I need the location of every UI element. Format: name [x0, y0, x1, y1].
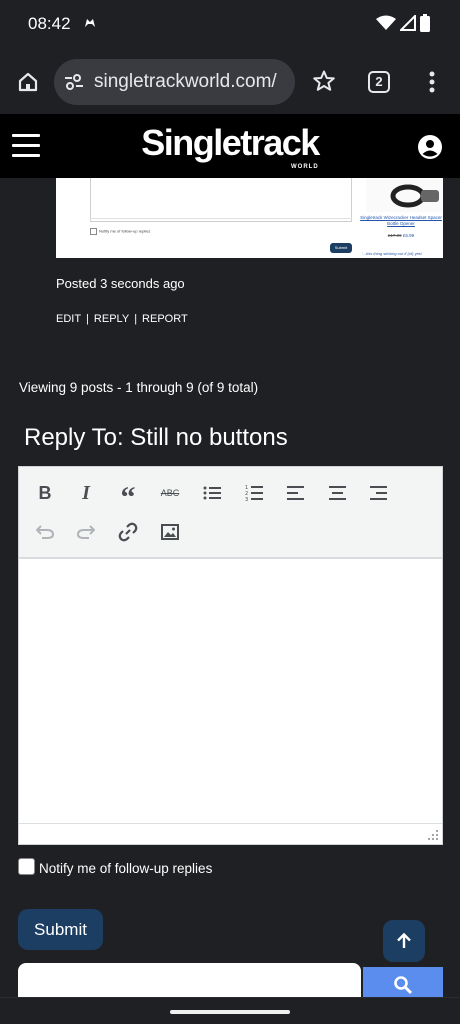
signal-icon	[398, 13, 416, 36]
redo-button[interactable]	[72, 518, 100, 546]
image-price-old: £17.99	[387, 233, 402, 238]
insert-link-button[interactable]	[114, 518, 142, 546]
account-icon[interactable]	[418, 135, 442, 159]
undo-button[interactable]	[31, 518, 59, 546]
logo-subtext: WORLD	[291, 164, 319, 170]
separator: |	[134, 313, 138, 325]
redo-icon	[77, 525, 95, 539]
star-icon	[313, 70, 335, 91]
reply-heading: Reply To: Still no buttons	[24, 424, 288, 451]
site-header: Singletrack WORLD	[0, 114, 460, 178]
editor-content-area[interactable]	[19, 559, 442, 823]
tune-icon[interactable]	[64, 72, 84, 92]
image-notify-text: Notify me of follow-up replies	[90, 228, 150, 235]
tab-switcher-button[interactable]: 2	[368, 71, 390, 93]
editor-toolbar: B I “ ABC 123	[19, 467, 442, 559]
status-icons	[376, 13, 430, 37]
browser-menu-button[interactable]	[424, 69, 440, 95]
post-actions: EDIT | REPLY | REPORT	[56, 313, 188, 325]
notify-row: Notify me of follow-up replies	[18, 857, 212, 876]
home-button[interactable]	[12, 66, 44, 98]
status-time: 08:42	[28, 14, 71, 33]
numbered-list-button[interactable]: 123	[240, 479, 268, 507]
align-left-button[interactable]	[282, 479, 310, 507]
arrow-up-icon	[397, 932, 411, 948]
link-icon	[118, 522, 138, 542]
image-textarea-footer	[90, 218, 352, 224]
image-note: '...this thing sticking out if (of) yes!	[362, 251, 422, 256]
align-center-icon	[329, 486, 346, 500]
bullet-list-button[interactable]	[198, 479, 226, 507]
wifi-icon	[376, 15, 396, 36]
more-vert-icon	[429, 71, 435, 93]
reply-editor: B I “ ABC 123	[18, 466, 443, 845]
scroll-to-top-button[interactable]	[383, 920, 425, 962]
post-timestamp: Posted 3 seconds ago	[56, 276, 185, 291]
align-right-button[interactable]	[365, 479, 393, 507]
notify-checkbox[interactable]	[18, 858, 35, 875]
search-icon	[394, 976, 413, 995]
svg-text:3: 3	[245, 497, 248, 502]
address-bar[interactable]: singletrackworld.com/	[54, 59, 295, 105]
battery-icon	[420, 14, 430, 37]
logo-text: Singletrack	[141, 122, 320, 163]
report-link[interactable]: REPORT	[142, 313, 188, 325]
align-right-icon	[370, 486, 387, 500]
home-gesture-handle[interactable]	[170, 1010, 290, 1014]
bold-button[interactable]: B	[31, 479, 59, 507]
resize-handle-icon[interactable]	[428, 830, 439, 841]
blockquote-button[interactable]: “	[114, 479, 142, 513]
align-left-icon	[287, 486, 304, 500]
game-controller-icon	[83, 16, 97, 35]
edit-link[interactable]: EDIT	[56, 313, 81, 325]
image-price-new: £5.99	[402, 233, 415, 238]
bookmark-button[interactable]	[312, 69, 336, 93]
insert-image-button[interactable]	[156, 518, 184, 546]
strikethrough-button[interactable]: ABC	[156, 479, 184, 507]
url-text: singletrackworld.com/	[94, 71, 277, 92]
editor-statusbar	[19, 823, 442, 844]
reply-link[interactable]: REPLY	[94, 313, 129, 325]
image-submit-button: Submit	[330, 243, 352, 253]
post-image: Notify me of follow-up replies Submit Si…	[56, 178, 443, 258]
home-icon	[18, 72, 38, 92]
align-center-button[interactable]	[324, 479, 352, 507]
italic-button[interactable]: I	[72, 479, 100, 507]
bullet-list-icon	[203, 486, 221, 500]
image-product-name: Singletrack Wizecracker Headset Spacer B…	[360, 215, 442, 226]
browser-toolbar: singletrackworld.com/ 2	[0, 50, 460, 114]
submit-button[interactable]: Submit	[18, 909, 103, 950]
image-textarea	[90, 178, 352, 222]
separator: |	[86, 313, 89, 325]
system-navigation-bar	[0, 997, 460, 1024]
post-count-summary: Viewing 9 posts - 1 through 9 (of 9 tota…	[19, 380, 259, 395]
site-logo[interactable]: Singletrack WORLD	[0, 122, 460, 170]
bottle-opener-image	[366, 178, 443, 212]
image-icon	[161, 524, 179, 540]
notify-label: Notify me of follow-up replies	[39, 861, 213, 876]
numbered-list-icon: 123	[245, 485, 263, 502]
status-bar: 08:42	[0, 0, 460, 50]
image-price: £17.99 £5.99	[356, 233, 443, 238]
undo-icon	[36, 525, 54, 539]
